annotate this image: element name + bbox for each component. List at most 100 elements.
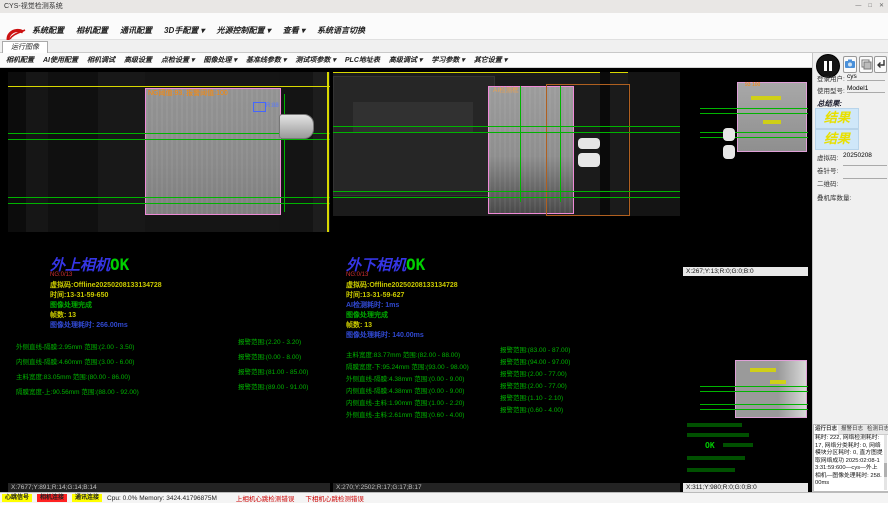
- overlay-value-tag: [763, 120, 781, 124]
- alarm-range: 报警范围:(81.00 - 85.00): [238, 366, 308, 376]
- small-bottom-camera-view: OK: [683, 278, 808, 483]
- qrcode-field[interactable]: [843, 178, 887, 179]
- measure-value: 内侧直线-隔膜:4.60mm 范围:(3.00 - 6.00): [16, 359, 134, 366]
- gripper-object: [279, 114, 314, 139]
- layers-button[interactable]: [859, 56, 873, 73]
- menu-light-config[interactable]: 光源控制配置 ▾: [216, 25, 270, 36]
- tool-ai-config[interactable]: AI使用配置: [43, 55, 78, 65]
- result-indicator-1: 结果: [815, 108, 859, 129]
- virtual-code-label: 虚拟码:: [817, 155, 838, 162]
- alarm-range: 报警范围:(83.00 - 87.00): [500, 344, 570, 354]
- login-user-field[interactable]: cys: [847, 73, 885, 81]
- small-bottom-coordinate-bar: X:311;Y:980;R:0;G:0;B:0: [683, 483, 808, 492]
- tool-other-settings[interactable]: 其它设置 ▾: [474, 55, 507, 65]
- blue-marker-box: [253, 102, 266, 112]
- mid-process-done: 图像处理完成: [346, 310, 388, 320]
- tool-camera-debug[interactable]: 相机调试: [87, 55, 115, 65]
- minimize-button[interactable]: —: [855, 0, 861, 13]
- mid-ai-elapsed: AI检测耗时: 1ms: [346, 300, 399, 310]
- alarm-range: 报警范围:(2.20 - 3.20): [238, 336, 301, 346]
- winding-needle-field[interactable]: [843, 165, 887, 166]
- mid-time: 时间:13-31-59-627: [346, 290, 404, 300]
- close-button[interactable]: ✕: [879, 0, 884, 13]
- bright-feature: [578, 138, 600, 149]
- upper-camera-heartbeat-error: 上相机心跳检测错误: [236, 493, 295, 503]
- maximize-button[interactable]: □: [868, 0, 872, 13]
- menu-camera-config[interactable]: 相机配置: [76, 25, 108, 36]
- main-area: NG阈值:93, 报警阈值:100 R:88 外上相机OK NG:0/13 虚拟…: [0, 68, 812, 492]
- log-tab-detect[interactable]: 检测日志: [866, 425, 888, 434]
- camera-capture-button[interactable]: [843, 56, 857, 73]
- reference-line-yellow: [8, 86, 330, 87]
- left-frame-count: 帧数: 13: [50, 310, 76, 320]
- left-ng-count: NG:0/13: [50, 272, 72, 278]
- menu-comm-config[interactable]: 通讯配置: [120, 25, 152, 36]
- alarm-range: 报警范围:(94.00 - 97.00): [500, 356, 570, 366]
- toolbar: 相机配置 AI使用配置 相机调试 高级设置 点检设置 ▾ 图像处理 ▾ 基准线参…: [0, 53, 812, 68]
- left-ok-status: OK: [110, 255, 129, 274]
- comm-link-status-badge: 通讯连接: [72, 494, 102, 502]
- virtual-code-value: 20250208: [843, 152, 887, 159]
- tool-advanced-settings[interactable]: 高级设置: [124, 55, 152, 65]
- alarm-range: 报警范围:(0.60 - 4.00): [500, 404, 563, 414]
- small-top-camera-view: 93 100: [683, 70, 808, 267]
- sidebar: 登录用户: cys 使用型号: Model1 总结果: 结果 结果 虚拟码: 2…: [812, 53, 888, 492]
- tool-learn-params[interactable]: 学习参数 ▾: [431, 55, 464, 65]
- alarm-range: 报警范围:(0.00 - 8.00): [238, 351, 301, 361]
- left-process-done: 图像处理完成: [50, 300, 92, 310]
- tool-test-params[interactable]: 测试项参数 ▾: [295, 55, 335, 65]
- left-time: 时间:13-31-59-650: [50, 290, 108, 300]
- overlay-value-tag: [751, 96, 781, 100]
- result-indicator-2: 结果: [815, 129, 859, 150]
- menubar: 系统配置 相机配置 通讯配置 3D手配置 ▾ 光源控制配置 ▾ 查看 ▾ 系统语…: [0, 13, 888, 40]
- log-text: 耗时: 222, 网络检测耗时: 17, 网络分类耗时: 0, 网络模块分区耗时…: [815, 435, 883, 488]
- threshold-overlay-label: NG阈值:93, 报警阈值:100: [148, 88, 228, 98]
- menu-3d-config[interactable]: 3D手配置 ▾: [164, 25, 204, 36]
- bright-feature: [578, 153, 600, 167]
- mid-ok-status: OK: [406, 255, 425, 274]
- measure-value: 主料宽度:83.05mm 范围:(80.00 - 86.00): [16, 374, 130, 381]
- menu-system-config[interactable]: 系统配置: [32, 25, 64, 36]
- tab-strip: 运行图像: [0, 40, 888, 53]
- return-arrow-button[interactable]: [874, 56, 887, 73]
- menu-language-switch[interactable]: 系统语言切换: [317, 25, 365, 36]
- alarm-range: 报警范围:(2.00 - 77.00): [500, 380, 567, 390]
- tool-spot-check[interactable]: 点检设置 ▾: [161, 55, 194, 65]
- tool-plc-table[interactable]: PLC地址表: [345, 55, 380, 65]
- tool-baseline-params[interactable]: 基准线参数 ▾: [246, 55, 286, 65]
- heartbeat-status-badge: 心跳信号: [2, 494, 32, 502]
- qrcode-label: 二维码:: [817, 181, 838, 188]
- titlebar: CYS-视觉检测系统 — □ ✕: [0, 0, 888, 13]
- log-panel: 运行日志 报警日志 检测日志 耗时: 222, 网络检测耗时: 17, 网络分类…: [813, 424, 888, 492]
- tool-advanced-debug[interactable]: 高级调试 ▾: [389, 55, 422, 65]
- camera-link-status-badge: 相机连接: [37, 494, 67, 502]
- measure-value: 隔膜宽度-上:90.56mm 范围:(88.00 - 92.00): [16, 389, 139, 396]
- log-scrollbar[interactable]: [884, 435, 887, 490]
- left-virtual-code: 虚拟码:Offline20250208133134728: [50, 280, 162, 290]
- window-title: CYS-视觉检测系统: [4, 3, 63, 10]
- left-camera-view: NG阈值:93, 报警阈值:100 R:88: [8, 72, 330, 232]
- winding-needle-label: 卷针号:: [817, 168, 838, 175]
- log-tab-run[interactable]: 运行日志: [814, 425, 838, 434]
- alarm-range: 报警范围:(89.00 - 91.00): [238, 381, 308, 391]
- mid-process-elapsed: 图像处理耗时: 140.00ms: [346, 330, 424, 340]
- small-top-coordinate-bar: X:267;Y:13;R:0;G:0;B:0: [683, 267, 808, 276]
- mid-ng-count: NG:0/13: [346, 272, 368, 278]
- model-field[interactable]: Model1: [847, 85, 885, 93]
- lower-camera-heartbeat-error: 下相机心跳检测错误: [305, 493, 364, 503]
- tool-camera-config[interactable]: 相机配置: [6, 55, 34, 65]
- stack-count-label: 叠机库数量:: [817, 195, 851, 202]
- measure-value: 外侧直线-隔膜:2.95mm 范围:(2.00 - 3.50): [16, 344, 134, 351]
- statusbar: 心跳信号 相机连接 通讯连接 Cpu: 0.0% Memory: 3424.41…: [0, 492, 888, 503]
- tool-image-process[interactable]: 图像处理 ▾: [203, 55, 236, 65]
- blue-marker-label: R:88: [266, 103, 279, 109]
- mid-pixel-coordinate-bar: X:270;Y:2502;R:17;G:17;B:17: [333, 483, 680, 492]
- left-process-elapsed: 图像处理耗时: 266.00ms: [50, 320, 128, 330]
- login-user-label: 登录用户:: [817, 76, 845, 83]
- small-bottom-ok-status: OK: [705, 441, 715, 450]
- mid-frame-count: 帧数: 13: [346, 320, 372, 330]
- cpu-memory-status: Cpu: 0.0% Memory: 3424.41796875M: [107, 495, 217, 502]
- model-label: 使用型号:: [817, 88, 845, 95]
- log-tab-alarm[interactable]: 报警日志: [840, 425, 864, 434]
- menu-view[interactable]: 查看 ▾: [283, 25, 305, 36]
